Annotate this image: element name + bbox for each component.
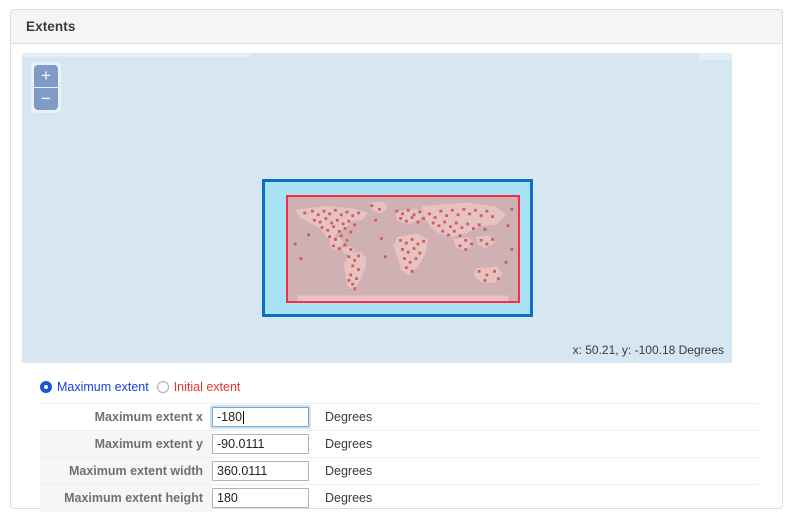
unit-label-y: Degrees — [317, 431, 758, 458]
text-caret — [243, 411, 244, 424]
table-row: Maximum extent y -90.0111 Degrees — [40, 431, 758, 458]
extent-mode-radio-group: Maximum extent Initial extent — [40, 380, 771, 394]
max-extent-width-value: 360.0111 — [217, 464, 267, 478]
zoom-out-button[interactable]: − — [34, 88, 58, 110]
svg-text:Atlantic Ocean: Atlantic Ocean — [367, 232, 387, 236]
panel-header: Extents — [11, 10, 782, 44]
max-extent-width-input[interactable]: 360.0111 — [212, 461, 309, 481]
initial-extent-rectangle[interactable]: Pacific Ocean Atlantic Ocean Indian Ocea… — [286, 195, 520, 303]
map-zoom-controls: + − — [31, 62, 61, 113]
radio-maximum-extent-label: Maximum extent — [57, 380, 149, 394]
map-tile-seam-right — [698, 53, 732, 60]
table-row: Maximum extent x -180 Degrees — [40, 404, 758, 431]
max-extent-y-value: -90.0111 — [217, 437, 265, 451]
svg-text:Southern Ocean: Southern Ocean — [392, 285, 415, 289]
field-label-max-extent-x: Maximum extent x — [40, 404, 212, 431]
field-label-max-extent-width: Maximum extent width — [40, 458, 212, 485]
field-label-max-extent-y: Maximum extent y — [40, 431, 212, 458]
unit-label-x: Degrees — [317, 404, 758, 431]
extent-map[interactable]: + − — [22, 53, 732, 363]
svg-text:Indian Ocean: Indian Ocean — [438, 260, 457, 264]
page-title: Extents — [26, 19, 75, 34]
panel-body: + − — [11, 44, 782, 522]
extents-panel: Extents + − — [10, 9, 783, 509]
extent-fields-table: Maximum extent x -180 Degrees Maximum ex… — [40, 403, 758, 512]
radio-initial-extent-label: Initial extent — [174, 380, 241, 394]
max-extent-y-input[interactable]: -90.0111 — [212, 434, 309, 454]
svg-text:Pacific Ocean: Pacific Ocean — [321, 247, 340, 251]
max-extent-x-input[interactable]: -180 — [212, 407, 309, 427]
world-map-graphic: Pacific Ocean Atlantic Ocean Indian Ocea… — [288, 197, 518, 301]
unit-label-height: Degrees — [317, 485, 758, 512]
max-extent-height-value: 180 — [217, 491, 238, 505]
table-row: Maximum extent height 180 Degrees — [40, 485, 758, 512]
coordinate-readout: x: 50.21, y: -100.18 Degrees — [573, 343, 724, 357]
map-tile-seam — [22, 53, 251, 57]
maximum-extent-rectangle[interactable]: Pacific Ocean Atlantic Ocean Indian Ocea… — [262, 179, 533, 317]
radio-selected-icon[interactable] — [40, 381, 52, 393]
unit-label-width: Degrees — [317, 458, 758, 485]
radio-initial-extent[interactable]: Initial extent — [157, 380, 241, 394]
max-extent-height-input[interactable]: 180 — [212, 488, 309, 508]
radio-unselected-icon[interactable] — [157, 381, 169, 393]
max-extent-x-value: -180 — [217, 410, 242, 424]
radio-maximum-extent[interactable]: Maximum extent — [40, 380, 149, 394]
zoom-in-button[interactable]: + — [34, 65, 58, 88]
field-label-max-extent-height: Maximum extent height — [40, 485, 212, 512]
svg-text:Arctic Ocean: Arctic Ocean — [392, 201, 410, 205]
table-row: Maximum extent width 360.0111 Degrees — [40, 458, 758, 485]
